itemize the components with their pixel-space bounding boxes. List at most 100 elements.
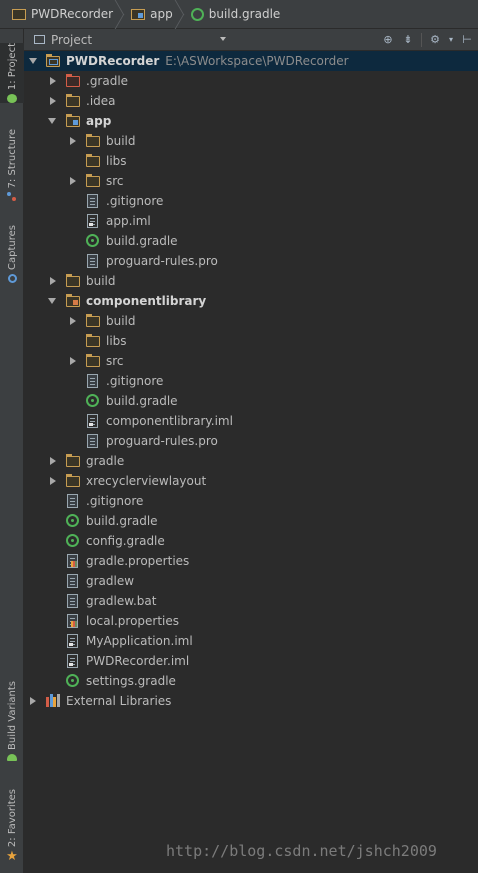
- expand-arrow-icon[interactable]: [48, 476, 58, 486]
- tree-item[interactable]: External Libraries: [24, 691, 478, 711]
- tree-item-label: componentlibrary.iml: [106, 414, 233, 428]
- tree-item[interactable]: settings.gradle: [24, 671, 478, 691]
- tree-item[interactable]: .gitignore: [24, 371, 478, 391]
- locate-icon[interactable]: ⊕: [381, 33, 395, 47]
- tree-item[interactable]: app.iml: [24, 211, 478, 231]
- tree-item[interactable]: .gradle: [24, 71, 478, 91]
- folder-icon: [86, 154, 100, 168]
- tree-item[interactable]: app: [24, 111, 478, 131]
- expand-arrow-icon[interactable]: [48, 76, 58, 86]
- tree-item[interactable]: PWDRecorder.iml: [24, 651, 478, 671]
- expand-arrow-icon[interactable]: [68, 136, 78, 146]
- tree-item[interactable]: local.properties: [24, 611, 478, 631]
- expand-arrow-icon[interactable]: [29, 56, 39, 66]
- expand-arrow-icon[interactable]: [28, 696, 38, 706]
- external-libraries-icon: [46, 694, 60, 708]
- expand-arrow-icon[interactable]: [48, 96, 58, 106]
- tree-item[interactable]: src: [24, 351, 478, 371]
- watermark-text: http://blog.csdn.net/jshch2009: [166, 842, 437, 860]
- structure-icon: [7, 192, 17, 202]
- tree-item[interactable]: build: [24, 311, 478, 331]
- tree-item[interactable]: config.gradle: [24, 531, 478, 551]
- tree-item[interactable]: libs: [24, 151, 478, 171]
- iml-file-icon: [86, 414, 100, 428]
- chevron-down-icon[interactable]: ▾: [448, 33, 454, 47]
- properties-file-icon: [66, 554, 80, 568]
- tab-structure-label: 7: Structure: [6, 129, 18, 189]
- tree-item[interactable]: build: [24, 271, 478, 291]
- expand-arrow-icon[interactable]: [68, 356, 78, 366]
- tree-item[interactable]: xrecyclerviewlayout: [24, 471, 478, 491]
- tree-item[interactable]: build.gradle: [24, 391, 478, 411]
- collapse-all-icon[interactable]: ⇟: [401, 33, 415, 47]
- iml-file-icon: [66, 654, 80, 668]
- folder-icon: [86, 334, 100, 348]
- tree-root-row[interactable]: PWDRecorder E:\ASWorkspace\PWDRecorder: [24, 51, 478, 71]
- gradle-icon: [86, 394, 100, 408]
- tree-item-label: External Libraries: [66, 694, 172, 708]
- tree-item[interactable]: componentlibrary: [24, 291, 478, 311]
- tree-item[interactable]: MyApplication.iml: [24, 631, 478, 651]
- collapse-arrow-icon[interactable]: [48, 296, 58, 306]
- gradle-icon: [66, 534, 80, 548]
- expand-arrow-icon[interactable]: [48, 456, 58, 466]
- breadcrumb-project-label: PWDRecorder: [31, 7, 114, 21]
- tree-item[interactable]: gradlew.bat: [24, 591, 478, 611]
- tree-item[interactable]: build.gradle: [24, 511, 478, 531]
- tree-item[interactable]: .gitignore: [24, 491, 478, 511]
- project-panel-header: Project ⊕ ⇟ ⚙ ▾ ⊢: [24, 29, 478, 50]
- settings-gear-icon[interactable]: ⚙: [428, 33, 442, 47]
- tree-item[interactable]: libs: [24, 331, 478, 351]
- tab-captures[interactable]: Captures: [0, 225, 24, 285]
- text-file-icon: [86, 434, 100, 448]
- tree-item-label: PWDRecorder.iml: [86, 654, 190, 668]
- tree-item-label: src: [106, 174, 124, 188]
- view-mode-select[interactable]: Project: [30, 30, 230, 49]
- tree-item-label: build: [106, 314, 136, 328]
- collapse-arrow-icon[interactable]: [48, 116, 58, 126]
- gradle-icon: [66, 514, 80, 528]
- tool-window-strip: 1: Project 7: Structure Captures Build V…: [0, 29, 24, 873]
- breadcrumb-item-project[interactable]: PWDRecorder: [12, 0, 131, 29]
- tree-item[interactable]: build.gradle: [24, 231, 478, 251]
- tree-item-label: componentlibrary: [86, 294, 207, 308]
- breadcrumb-item-module[interactable]: app: [131, 0, 191, 29]
- text-file-icon: [86, 254, 100, 268]
- tree-item[interactable]: gradlew: [24, 571, 478, 591]
- tab-build-variants-label: Build Variants: [6, 681, 18, 750]
- tab-structure[interactable]: 7: Structure: [0, 129, 24, 202]
- tree-item[interactable]: .gitignore: [24, 191, 478, 211]
- tree-item[interactable]: .idea: [24, 91, 478, 111]
- tree-item[interactable]: proguard-rules.pro: [24, 431, 478, 451]
- tree-item-label: .gitignore: [86, 494, 144, 508]
- text-file-icon: [86, 374, 100, 388]
- tab-build-variants[interactable]: Build Variants: [0, 681, 24, 761]
- tree-item-label: build: [86, 274, 116, 288]
- breadcrumb-separator: [117, 0, 127, 29]
- hide-panel-icon[interactable]: ⊢: [460, 33, 474, 47]
- breadcrumb-separator: [177, 0, 187, 29]
- toolbar-divider: [421, 32, 422, 47]
- expand-arrow-icon[interactable]: [68, 176, 78, 186]
- expand-arrow-icon[interactable]: [48, 276, 58, 286]
- tree-item[interactable]: gradle.properties: [24, 551, 478, 571]
- tree-item[interactable]: proguard-rules.pro: [24, 251, 478, 271]
- tree-item[interactable]: componentlibrary.iml: [24, 411, 478, 431]
- tree-item[interactable]: gradle: [24, 451, 478, 471]
- tree-item[interactable]: build: [24, 131, 478, 151]
- tree-item-label: build.gradle: [106, 234, 178, 248]
- tab-project[interactable]: 1: Project: [0, 43, 24, 103]
- tab-captures-label: Captures: [6, 225, 18, 270]
- tree-item-label: local.properties: [86, 614, 180, 628]
- project-tree: PWDRecorder E:\ASWorkspace\PWDRecorder .g…: [24, 51, 478, 711]
- module-folder-icon: [131, 8, 146, 20]
- tab-favorites[interactable]: 2: Favorites ★: [0, 789, 24, 863]
- android-icon: [7, 753, 17, 761]
- project-folder-icon: [12, 8, 26, 20]
- expand-arrow-icon[interactable]: [68, 316, 78, 326]
- tree-root-label: PWDRecorder E:\ASWorkspace\PWDRecorder: [66, 54, 349, 68]
- chevron-down-icon: [220, 37, 226, 41]
- tree-item-label: proguard-rules.pro: [106, 254, 218, 268]
- tree-item[interactable]: src: [24, 171, 478, 191]
- breadcrumb-item-file[interactable]: build.gradle: [190, 0, 280, 29]
